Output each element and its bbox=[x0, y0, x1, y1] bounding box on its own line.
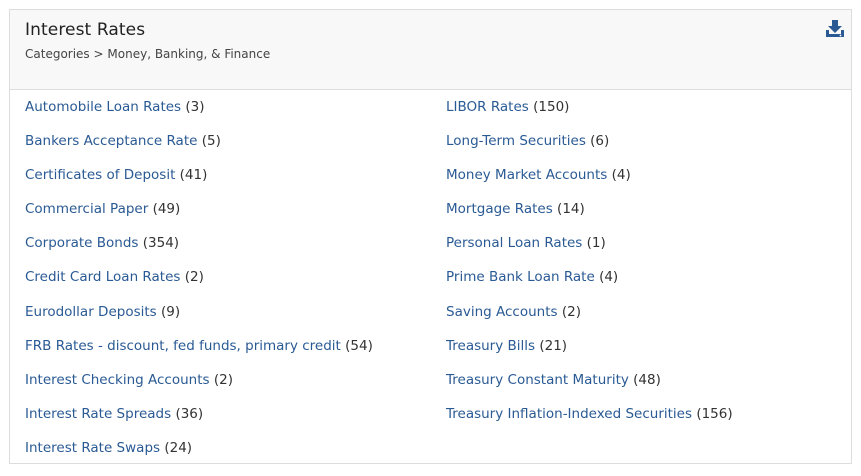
panel-header: Interest Rates Categories > Money, Banki… bbox=[10, 10, 851, 90]
list-item: Mortgage Rates (14) bbox=[446, 195, 733, 229]
series-count: (354) bbox=[142, 235, 180, 252]
series-count: (9) bbox=[160, 303, 181, 320]
list-item: Treasury Constant Maturity (48) bbox=[446, 366, 733, 400]
list-item: Commercial Paper (49) bbox=[25, 195, 373, 229]
category-link[interactable]: Eurodollar Deposits bbox=[25, 304, 157, 320]
series-count: (1) bbox=[586, 235, 606, 252]
category-link[interactable]: Treasury Constant Maturity bbox=[446, 372, 629, 388]
series-count: (48) bbox=[633, 371, 661, 388]
category-link[interactable]: Personal Loan Rates bbox=[446, 235, 582, 251]
series-count: (5) bbox=[201, 133, 221, 150]
category-link[interactable]: Money Market Accounts bbox=[446, 167, 607, 183]
category-link[interactable]: Mortgage Rates bbox=[446, 201, 553, 217]
category-link[interactable]: Corporate Bonds bbox=[25, 235, 138, 251]
series-count: (2) bbox=[213, 371, 233, 388]
list-item: Bankers Acceptance Rate (5) bbox=[25, 127, 373, 161]
list-item: Eurodollar Deposits (9) bbox=[25, 298, 373, 332]
category-link[interactable]: FRB Rates - discount, fed funds, primary… bbox=[25, 338, 341, 354]
category-link[interactable]: Treasury Bills bbox=[446, 338, 535, 354]
category-link[interactable]: Long-Term Securities bbox=[446, 133, 586, 149]
list-item: Treasury Inflation-Indexed Securities (1… bbox=[446, 400, 733, 434]
breadcrumb-current[interactable]: Money, Banking, & Finance bbox=[107, 47, 270, 61]
list-item: Corporate Bonds (354) bbox=[25, 229, 373, 263]
category-link[interactable]: Treasury Inflation-Indexed Securities bbox=[446, 406, 692, 422]
category-column-left: Automobile Loan Rates (3) Bankers Accepta… bbox=[25, 93, 373, 468]
series-count: (4) bbox=[599, 269, 619, 286]
series-count: (54) bbox=[345, 337, 373, 354]
series-count: (4) bbox=[611, 167, 631, 184]
category-link[interactable]: Saving Accounts bbox=[446, 304, 558, 320]
breadcrumb-categories-link[interactable]: Categories bbox=[25, 47, 90, 61]
list-item: Prime Bank Loan Rate (4) bbox=[446, 263, 733, 297]
series-count: (2) bbox=[561, 303, 581, 320]
category-link[interactable]: Prime Bank Loan Rate bbox=[446, 269, 595, 285]
series-count: (3) bbox=[185, 99, 205, 115]
list-item: FRB Rates - discount, fed funds, primary… bbox=[25, 332, 373, 366]
category-panel: Interest Rates Categories > Money, Banki… bbox=[9, 9, 852, 464]
category-link[interactable]: Certificates of Deposit bbox=[25, 167, 175, 183]
category-link[interactable]: LIBOR Rates bbox=[446, 99, 529, 115]
list-item: Money Market Accounts (4) bbox=[446, 161, 733, 195]
category-link[interactable]: Interest Rate Spreads bbox=[25, 406, 171, 422]
category-link[interactable]: Commercial Paper bbox=[25, 201, 148, 217]
list-item: Certificates of Deposit (41) bbox=[25, 161, 373, 195]
series-count: (36) bbox=[175, 405, 204, 422]
series-count: (14) bbox=[557, 201, 585, 218]
category-link[interactable]: Automobile Loan Rates bbox=[25, 99, 181, 115]
series-count: (21) bbox=[539, 337, 568, 354]
category-link[interactable]: Credit Card Loan Rates bbox=[25, 269, 180, 285]
category-link[interactable]: Interest Checking Accounts bbox=[25, 372, 210, 388]
series-count: (24) bbox=[164, 439, 193, 456]
list-item: Saving Accounts (2) bbox=[446, 298, 733, 332]
list-item: Interest Checking Accounts (2) bbox=[25, 366, 373, 400]
list-item: Automobile Loan Rates (3) bbox=[25, 93, 373, 127]
series-count: (41) bbox=[179, 167, 208, 184]
download-icon bbox=[826, 20, 844, 37]
list-item: LIBOR Rates (150) bbox=[446, 93, 733, 127]
series-count: (150) bbox=[533, 99, 570, 115]
series-count: (49) bbox=[152, 201, 181, 218]
list-item: Credit Card Loan Rates (2) bbox=[25, 263, 373, 297]
series-count: (156) bbox=[696, 405, 733, 422]
category-column-right: LIBOR Rates (150) Long-Term Securities (6… bbox=[446, 93, 733, 434]
series-count: (6) bbox=[590, 133, 610, 150]
breadcrumb: Categories > Money, Banking, & Finance bbox=[25, 47, 270, 61]
list-item: Treasury Bills (21) bbox=[446, 332, 733, 366]
list-item: Interest Rate Swaps (24) bbox=[25, 434, 373, 468]
list-item: Personal Loan Rates (1) bbox=[446, 229, 733, 263]
category-link[interactable]: Bankers Acceptance Rate bbox=[25, 133, 197, 149]
page-title: Interest Rates bbox=[25, 20, 146, 40]
category-link[interactable]: Interest Rate Swaps bbox=[25, 440, 160, 456]
breadcrumb-separator: > bbox=[93, 47, 104, 61]
list-item: Long-Term Securities (6) bbox=[446, 127, 733, 161]
list-item: Interest Rate Spreads (36) bbox=[25, 400, 373, 434]
series-count: (2) bbox=[184, 269, 204, 286]
download-button[interactable] bbox=[825, 20, 845, 40]
